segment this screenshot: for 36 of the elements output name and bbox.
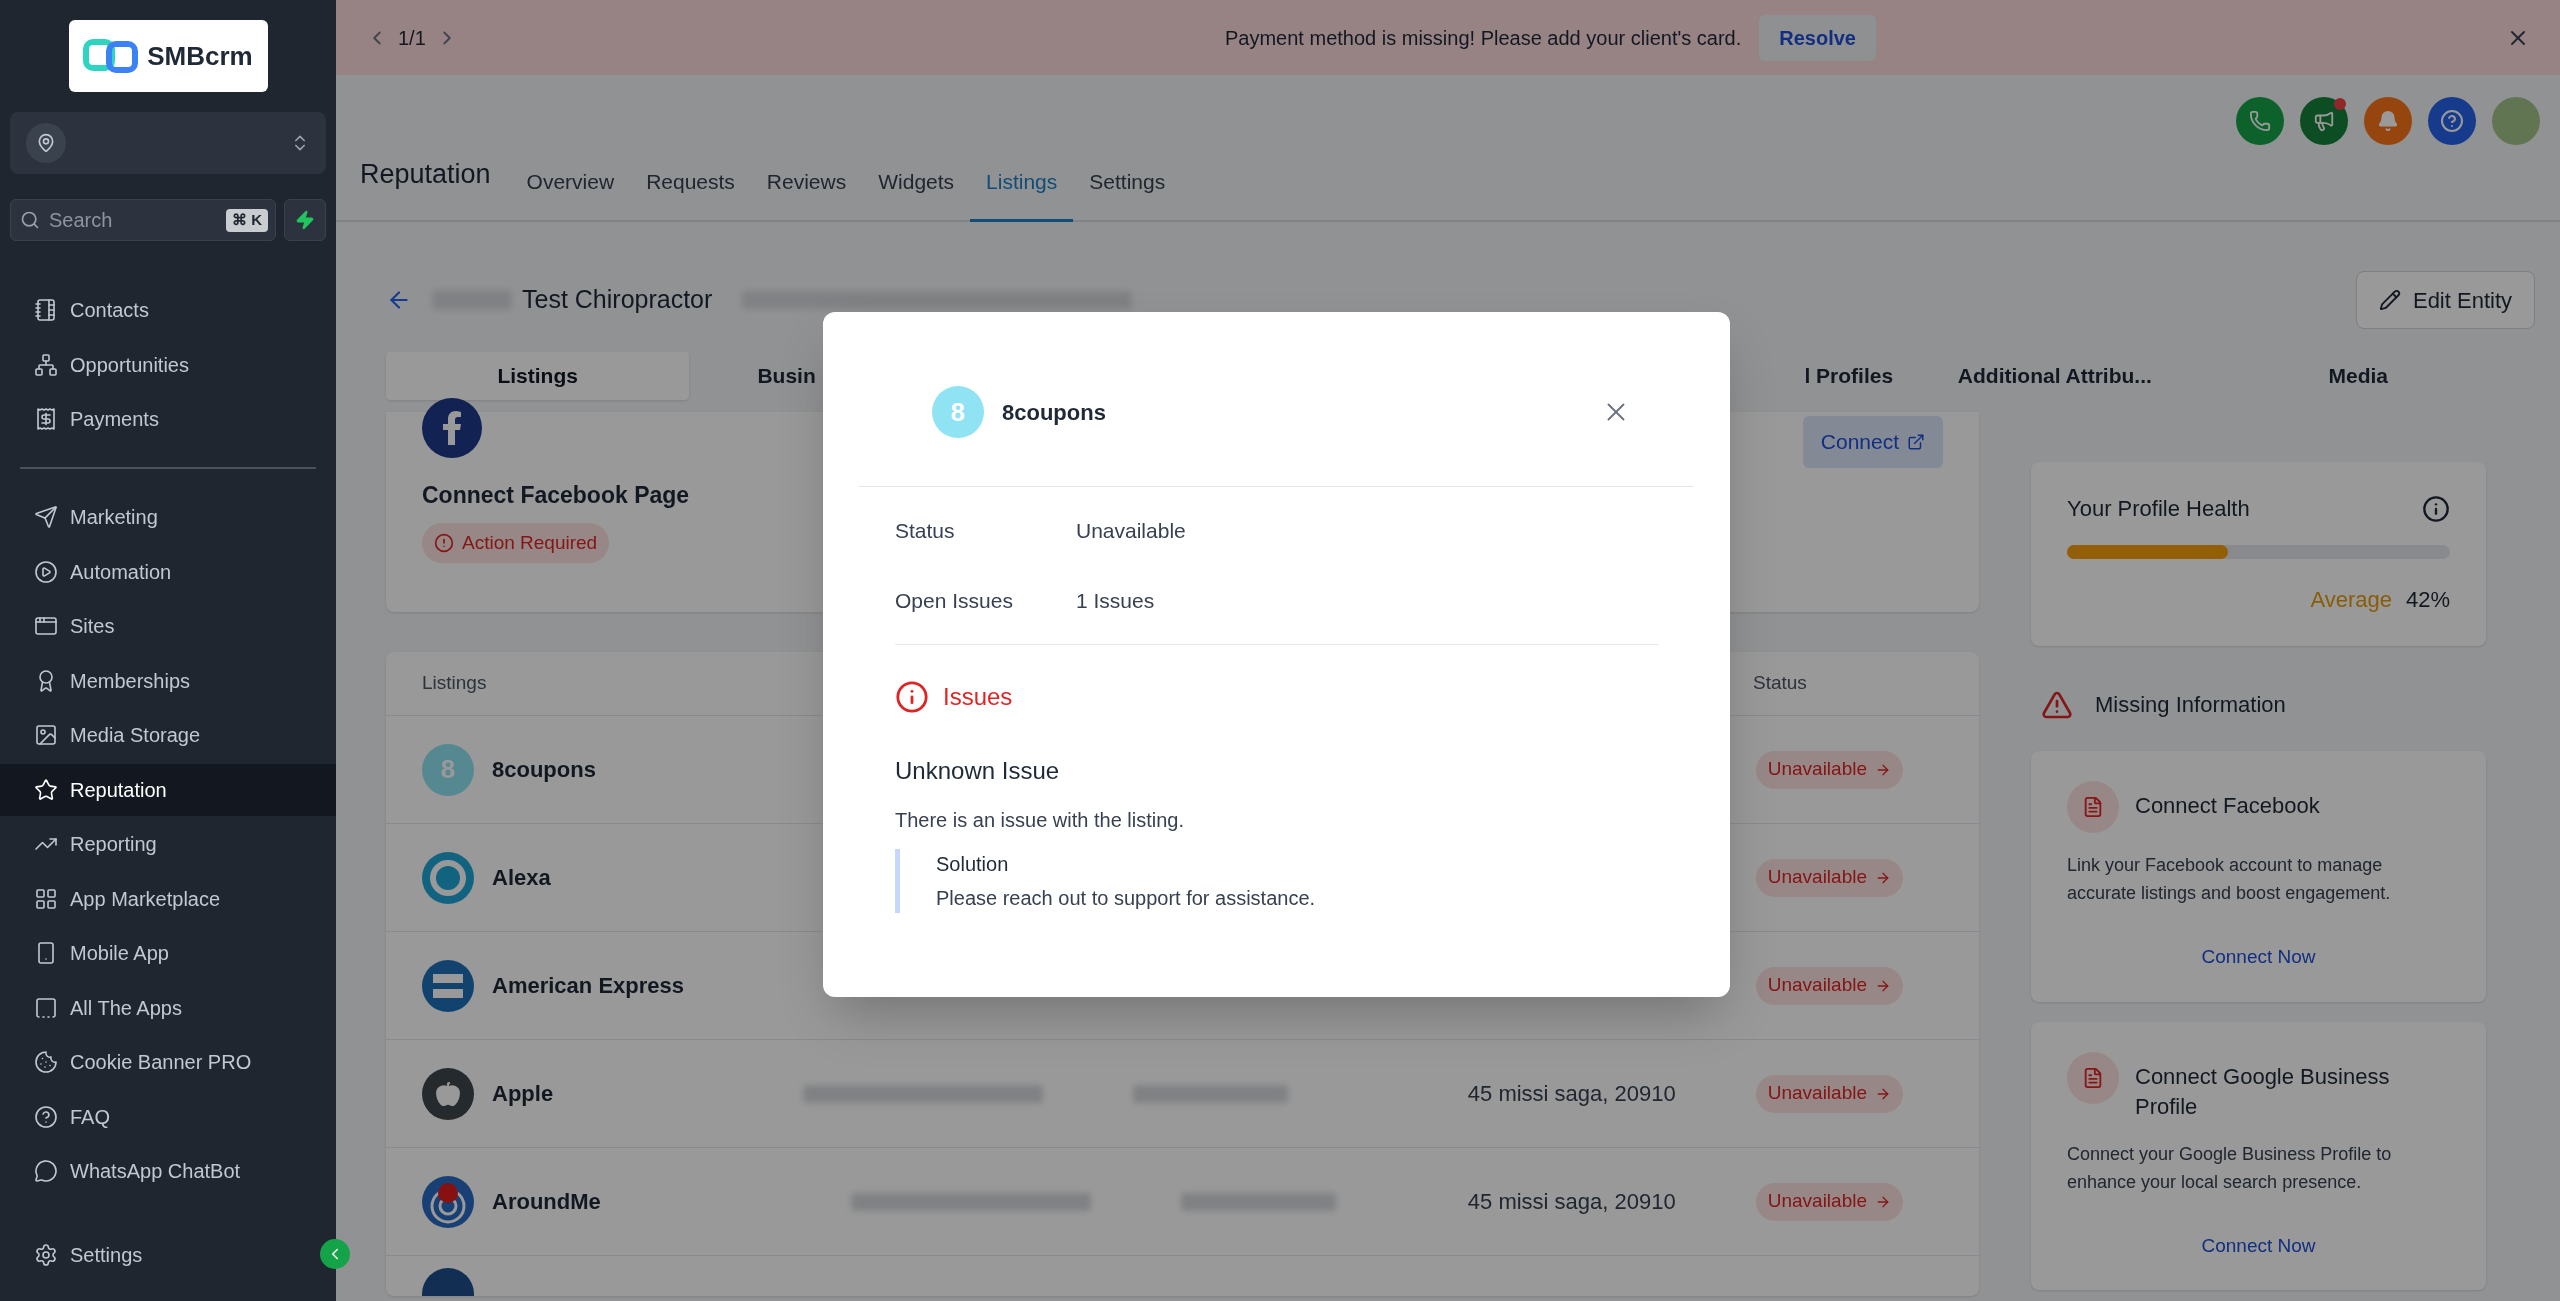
listing-name: Alexa (492, 864, 551, 892)
listing-logo: 8 (422, 743, 474, 796)
card-title: Connect Facebook Page (422, 481, 690, 510)
shortcut-key: ⌘ K (226, 209, 268, 232)
card-title: Connect Facebook (2135, 792, 2320, 820)
detail-label: Status (895, 518, 956, 544)
listing-name: 8coupons (492, 756, 596, 784)
solution-title: Solution (936, 852, 1010, 877)
detail-label: Open Issues (895, 587, 1014, 614)
card-description: Link your Facebook account to manage accurate listings and boost engagement. (2067, 854, 2392, 905)
address-text: 45 missi saga, 20910 (1467, 1188, 1676, 1216)
section-title: Missing Information (2095, 691, 2286, 719)
issues-heading: Issues (943, 682, 1013, 712)
card-title: Your Profile Health (2067, 495, 2250, 523)
health-rating: Average (2310, 586, 2392, 614)
column-header: Listings (422, 671, 487, 696)
column-header: Status (1753, 671, 1808, 696)
issue-description: There is an issue with the listing. (895, 808, 1186, 833)
banner-message: Payment method is missing! Please add your client's card. (1225, 25, 1742, 51)
listing-logo: 8 (932, 386, 984, 438)
pager-text: 1/1 (398, 25, 426, 51)
page-title: Reputation (360, 157, 491, 191)
listing-name: AroundMe (492, 1188, 601, 1216)
detail-value: Unavailable (1076, 518, 1186, 544)
detail-value: 1 Issues (1076, 587, 1155, 614)
issue-title: Unknown Issue (895, 756, 1061, 786)
listing-name: Apple (492, 1080, 554, 1108)
address-text: 45 missi saga, 20910 (1467, 1080, 1676, 1108)
dialog-title: 8coupons (1002, 398, 1106, 427)
action-required-badge: Action Required (422, 522, 610, 563)
card-title: Connect Google Business Profile (2135, 1062, 2391, 1121)
card-description: Connect your Google Business Profile to enhance your local search presence. (2067, 1142, 2393, 1194)
health-percent: 42% (2405, 586, 2450, 614)
listing-name: American Express (492, 972, 684, 1000)
solution-text: Please reach out to support for assistance. (936, 886, 1317, 911)
entity-name: Test Chiropractor (522, 284, 713, 316)
